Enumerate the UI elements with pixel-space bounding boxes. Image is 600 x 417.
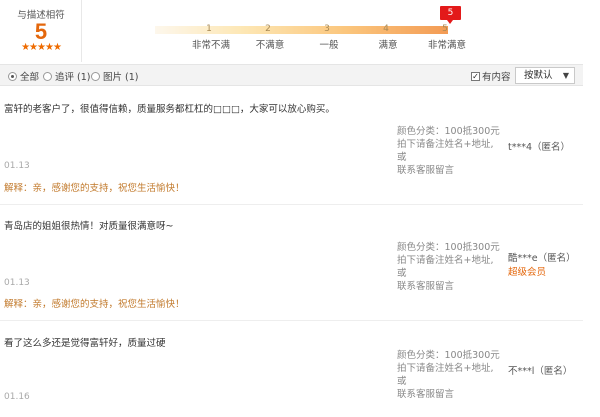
filter-pictures-label: 图片 (1) <box>103 72 139 83</box>
filter-append-radio[interactable]: 追评 (1) <box>43 69 90 83</box>
sku-line: 联系客服留言 <box>397 281 455 292</box>
sku-line: 拍下请备注姓名+地址,或 <box>397 139 494 163</box>
reviewer-name: 酷***e（匿名） <box>508 253 576 264</box>
radio-selected-icon <box>8 71 17 81</box>
rating-tick-1: 1 <box>206 24 212 34</box>
review-date: 01.13 <box>4 278 30 288</box>
sku-line: 拍下请备注姓名+地址,或 <box>397 363 494 387</box>
sku-line: 颜色分类：100抵300元 <box>397 350 500 361</box>
sort-dropdown[interactable]: 按默认 ▼ <box>515 67 575 84</box>
sku-line: 颜色分类：100抵300元 <box>397 126 500 137</box>
filter-append-label: 追评 (1) <box>55 72 91 83</box>
rating-label-5: 非常满意 <box>427 40 466 51</box>
radio-icon <box>43 71 52 81</box>
review-item: 青岛店的姐姐很热情！对质量很满意呀~ 颜色分类：100抵300元 拍下请备注姓名… <box>0 205 583 321</box>
rating-tick-3: 3 <box>324 24 330 34</box>
review-sku: 颜色分类：100抵300元 拍下请备注姓名+地址,或 联系客服留言 <box>397 349 502 401</box>
seller-reply: 解释：亲，感谢您的支持，祝您生活愉快！ <box>4 299 185 310</box>
sku-line: 拍下请备注姓名+地址,或 <box>397 255 494 279</box>
checkbox-checked-icon: ✓ <box>471 71 480 81</box>
chevron-down-icon: ▼ <box>562 71 569 80</box>
sku-line: 颜色分类：100抵300元 <box>397 242 500 253</box>
has-content-label: 有内容 <box>482 72 511 83</box>
filter-all-radio[interactable]: 全部 <box>8 69 39 83</box>
review-text: 看了这么多还是觉得富轩好，质量过硬 <box>4 338 166 349</box>
review-text: 青岛店的姐姐很热情！对质量很满意呀~ <box>4 221 174 232</box>
review-item: 看了这么多还是觉得富轩好，质量过硬 颜色分类：100抵300元 拍下请备注姓名+… <box>0 321 583 417</box>
rating-marker: 5 <box>440 6 461 24</box>
review-sku: 颜色分类：100抵300元 拍下请备注姓名+地址,或 联系客服留言 <box>397 241 502 293</box>
rating-tick-2: 2 <box>265 24 271 34</box>
filter-all-label: 全部 <box>20 72 40 83</box>
seller-reply: 解释：亲，感谢您的支持，祝您生活愉快！ <box>4 183 185 194</box>
filter-pictures-radio[interactable]: 图片 (1) <box>91 69 138 83</box>
sort-dropdown-value: 按默认 <box>524 70 553 81</box>
review-item: 富轩的老客户了，很值得信赖，质量服务都杠杠的□□□，大家可以放心购买。 颜色分类… <box>0 87 583 205</box>
reviewer-name: t***4（匿名） <box>508 142 571 153</box>
has-content-checkbox[interactable]: ✓ 有内容 <box>471 69 511 83</box>
rating-tick-5: 5 <box>442 24 448 34</box>
sku-line: 联系客服留言 <box>397 389 455 400</box>
rating-tick-4: 4 <box>383 24 389 34</box>
sku-line: 联系客服留言 <box>397 165 455 176</box>
review-date: 01.16 <box>4 392 30 402</box>
radio-icon <box>91 71 100 81</box>
score-summary: 与描述相符 5 ★★★★★ <box>0 0 82 62</box>
review-date: 01.13 <box>4 161 30 171</box>
reviewer-name: 不***l（匿名） <box>508 366 573 377</box>
star-rating-icon: ★★★★★ <box>21 42 62 53</box>
super-member-badge: 超级会员 <box>508 267 547 278</box>
filter-bar: 全部 追评 (1) 图片 (1) ✓ 有内容 按默认 ▼ <box>0 64 583 86</box>
review-sku: 颜色分类：100抵300元 拍下请备注姓名+地址,或 联系客服留言 <box>397 125 502 177</box>
review-text: 富轩的老客户了，很值得信赖，质量服务都杠杠的□□□，大家可以放心购买。 <box>4 104 335 115</box>
